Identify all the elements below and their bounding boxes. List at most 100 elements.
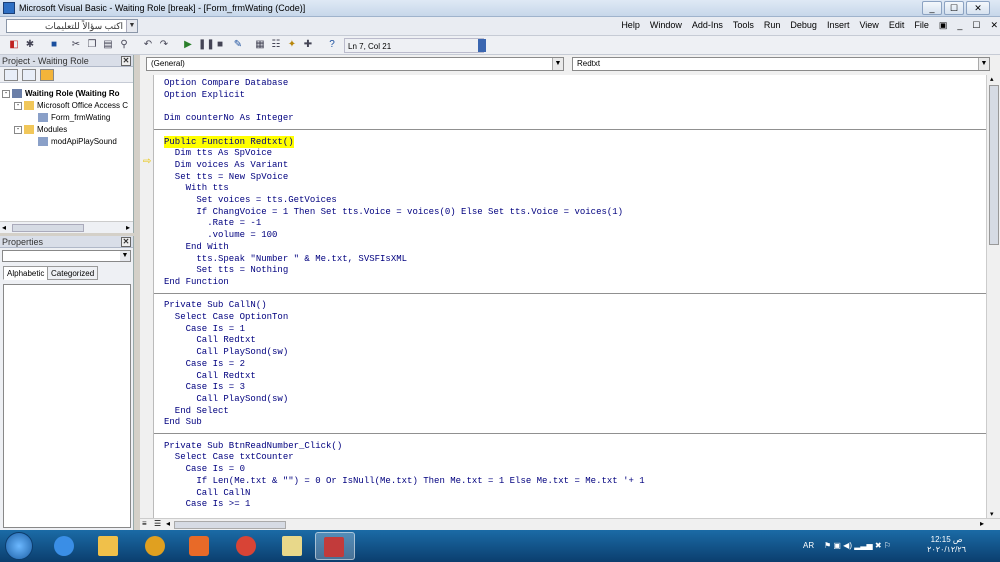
code-vscrollbar[interactable]: ▴ ▾ [986,75,1000,518]
language-indicator[interactable]: AR [803,541,814,550]
scroll-left-icon[interactable]: ◂ [166,519,170,528]
mdi-minimize-button[interactable]: _ [957,20,962,31]
procedure-divider [154,292,986,294]
code-line: .volume = 100 [164,230,278,241]
toggle-folders-icon[interactable] [40,69,54,81]
tree-item-label: modApiPlaySound [51,137,117,146]
code-vscroll-thumb[interactable] [989,85,999,245]
procedure-combo[interactable]: Redtxt ▼ [572,57,990,71]
chevron-down-icon[interactable]: ▼ [120,251,130,261]
tree-expander-icon[interactable]: - [2,89,10,98]
ie-icon[interactable] [46,532,82,560]
maximize-button[interactable]: ☐ [944,1,964,15]
design-mode-icon[interactable]: ✎ [232,39,244,51]
menu-insert[interactable]: Insert [827,20,850,31]
chrome-icon[interactable] [228,532,264,560]
menu-add-ins[interactable]: Add-Ins [692,20,723,31]
standard-toolbar: ◧ ✱ ■ ✂ ❐ ▤ ⚲ ↶ ↷ ▶ ❚❚ ■ ✎ ▦ ☷ ✦ ✚ ? Ln … [0,36,1000,55]
scroll-right-icon[interactable]: ▸ [980,519,984,528]
help-search-text: اكتب سؤالاً للتعليمات [44,21,123,31]
tree-expander-icon[interactable]: - [14,125,22,134]
code-hscrollbar[interactable]: ≡ ☰ ◂ ▸ [140,518,1000,530]
copy-icon[interactable]: ❐ [86,39,98,51]
break-icon[interactable]: ❚❚ [198,39,215,51]
menu-help[interactable]: Help [621,20,640,31]
reset-icon[interactable]: ■ [214,39,226,51]
code-line: Select Case OptionTon [164,312,289,322]
toolbar-options[interactable] [478,39,486,52]
run-icon[interactable]: ▶ [182,39,194,51]
menu-edit[interactable]: Edit [889,20,905,31]
code-editor[interactable]: Option Compare Database Option Explicit Di… [154,75,986,518]
media-player-icon[interactable] [181,532,217,560]
scroll-up-icon[interactable]: ▴ [990,75,994,83]
scroll-left-icon[interactable]: ◂ [2,223,6,232]
explorer-icon[interactable] [90,532,126,560]
insert-module-icon[interactable]: ✱ [24,39,36,51]
paint-icon[interactable] [274,532,310,560]
project-hscroll-thumb[interactable] [12,224,84,232]
tree-item[interactable]: modApiPlaySound [2,136,132,148]
project-pane-close-button[interactable]: ✕ [121,56,131,66]
find-icon[interactable]: ⚲ [118,39,130,51]
close-button[interactable]: ✕ [966,1,990,15]
menu-bar: اكتب سؤالاً للتعليمات ▼ Help Window Add-… [0,17,1000,36]
project-explorer-icon[interactable]: ▦ [254,39,266,51]
object-selector[interactable]: ▼ [2,250,131,262]
redo-icon[interactable]: ↷ [158,39,170,51]
view-code-icon[interactable] [4,69,18,81]
view-access-icon[interactable]: ◧ [8,39,20,51]
menu-tools[interactable]: Tools [733,20,754,31]
properties-grid[interactable] [3,284,131,528]
menu-file[interactable]: File [914,20,929,31]
procedure-divider [154,433,986,434]
tab-categorized[interactable]: Categorized [47,266,99,280]
toolbox-icon[interactable]: ✚ [302,39,314,51]
tab-alphabetic[interactable]: Alphabetic [3,266,49,280]
menu-run[interactable]: Run [764,20,781,31]
chevron-down-icon[interactable]: ▼ [552,58,563,70]
tree-item[interactable]: Form_frmWating [2,112,132,124]
tree-item[interactable]: - Waiting Role (Waiting Ro [2,88,132,100]
tree-item[interactable]: - Modules [2,124,132,136]
procedure-view-icon[interactable]: ≡ [142,519,147,528]
tree-expander-icon[interactable]: - [14,101,22,110]
procedure-combo-value: Redtxt [577,59,601,68]
object-browser-icon[interactable]: ✦ [286,39,298,51]
project-pane-title: Project - Waiting Role [2,56,89,66]
project-hscrollbar[interactable]: ◂ ▸ [0,221,133,233]
scroll-right-icon[interactable]: ▸ [126,223,130,232]
help-icon[interactable]: ? [326,39,338,51]
chrome-icon[interactable] [137,532,173,560]
tray-icons[interactable]: ⚑ ▣ ◀) ▂▃▅ ✖ ⚐ [824,541,891,550]
tree-item-label: Microsoft Office Access C [37,101,128,110]
save-icon[interactable]: ■ [48,39,60,51]
menu-view[interactable]: View [859,20,878,31]
access-icon[interactable] [315,532,355,560]
scroll-down-icon[interactable]: ▾ [990,510,994,518]
code-line: Case Is = 0 [164,464,246,475]
object-combo[interactable]: (General) ▼ [146,57,564,71]
minimize-button[interactable]: _ [922,1,942,15]
chevron-down-icon[interactable]: ▼ [126,20,137,32]
paste-icon[interactable]: ▤ [102,39,114,51]
undo-icon[interactable]: ↶ [142,39,154,51]
mdi-restore-button[interactable]: ☐ [972,20,980,31]
start-button[interactable] [5,532,33,560]
cut-icon[interactable]: ✂ [70,39,82,51]
mdi-close-button[interactable]: ✕ [990,20,998,31]
code-margin[interactable]: ⇨ [140,75,154,518]
vba-doc-icon[interactable]: ▣ [939,20,948,31]
clock[interactable]: 12:15 ص ٢٠٢٠/١٢/٢٦ [927,535,966,555]
code-hscroll-thumb[interactable] [174,521,286,529]
title-bar: Microsoft Visual Basic - Waiting Role [b… [0,0,1000,17]
menu-debug[interactable]: Debug [790,20,817,31]
view-object-icon[interactable] [22,69,36,81]
chevron-down-icon[interactable]: ▼ [978,58,989,70]
properties-window-icon[interactable]: ☷ [270,39,282,51]
menu-window[interactable]: Window [650,20,682,31]
properties-pane-close-button[interactable]: ✕ [121,237,131,247]
help-search-box[interactable]: اكتب سؤالاً للتعليمات ▼ [6,19,138,33]
tree-item[interactable]: - Microsoft Office Access C [2,100,132,112]
full-module-view-icon[interactable]: ☰ [154,519,161,528]
